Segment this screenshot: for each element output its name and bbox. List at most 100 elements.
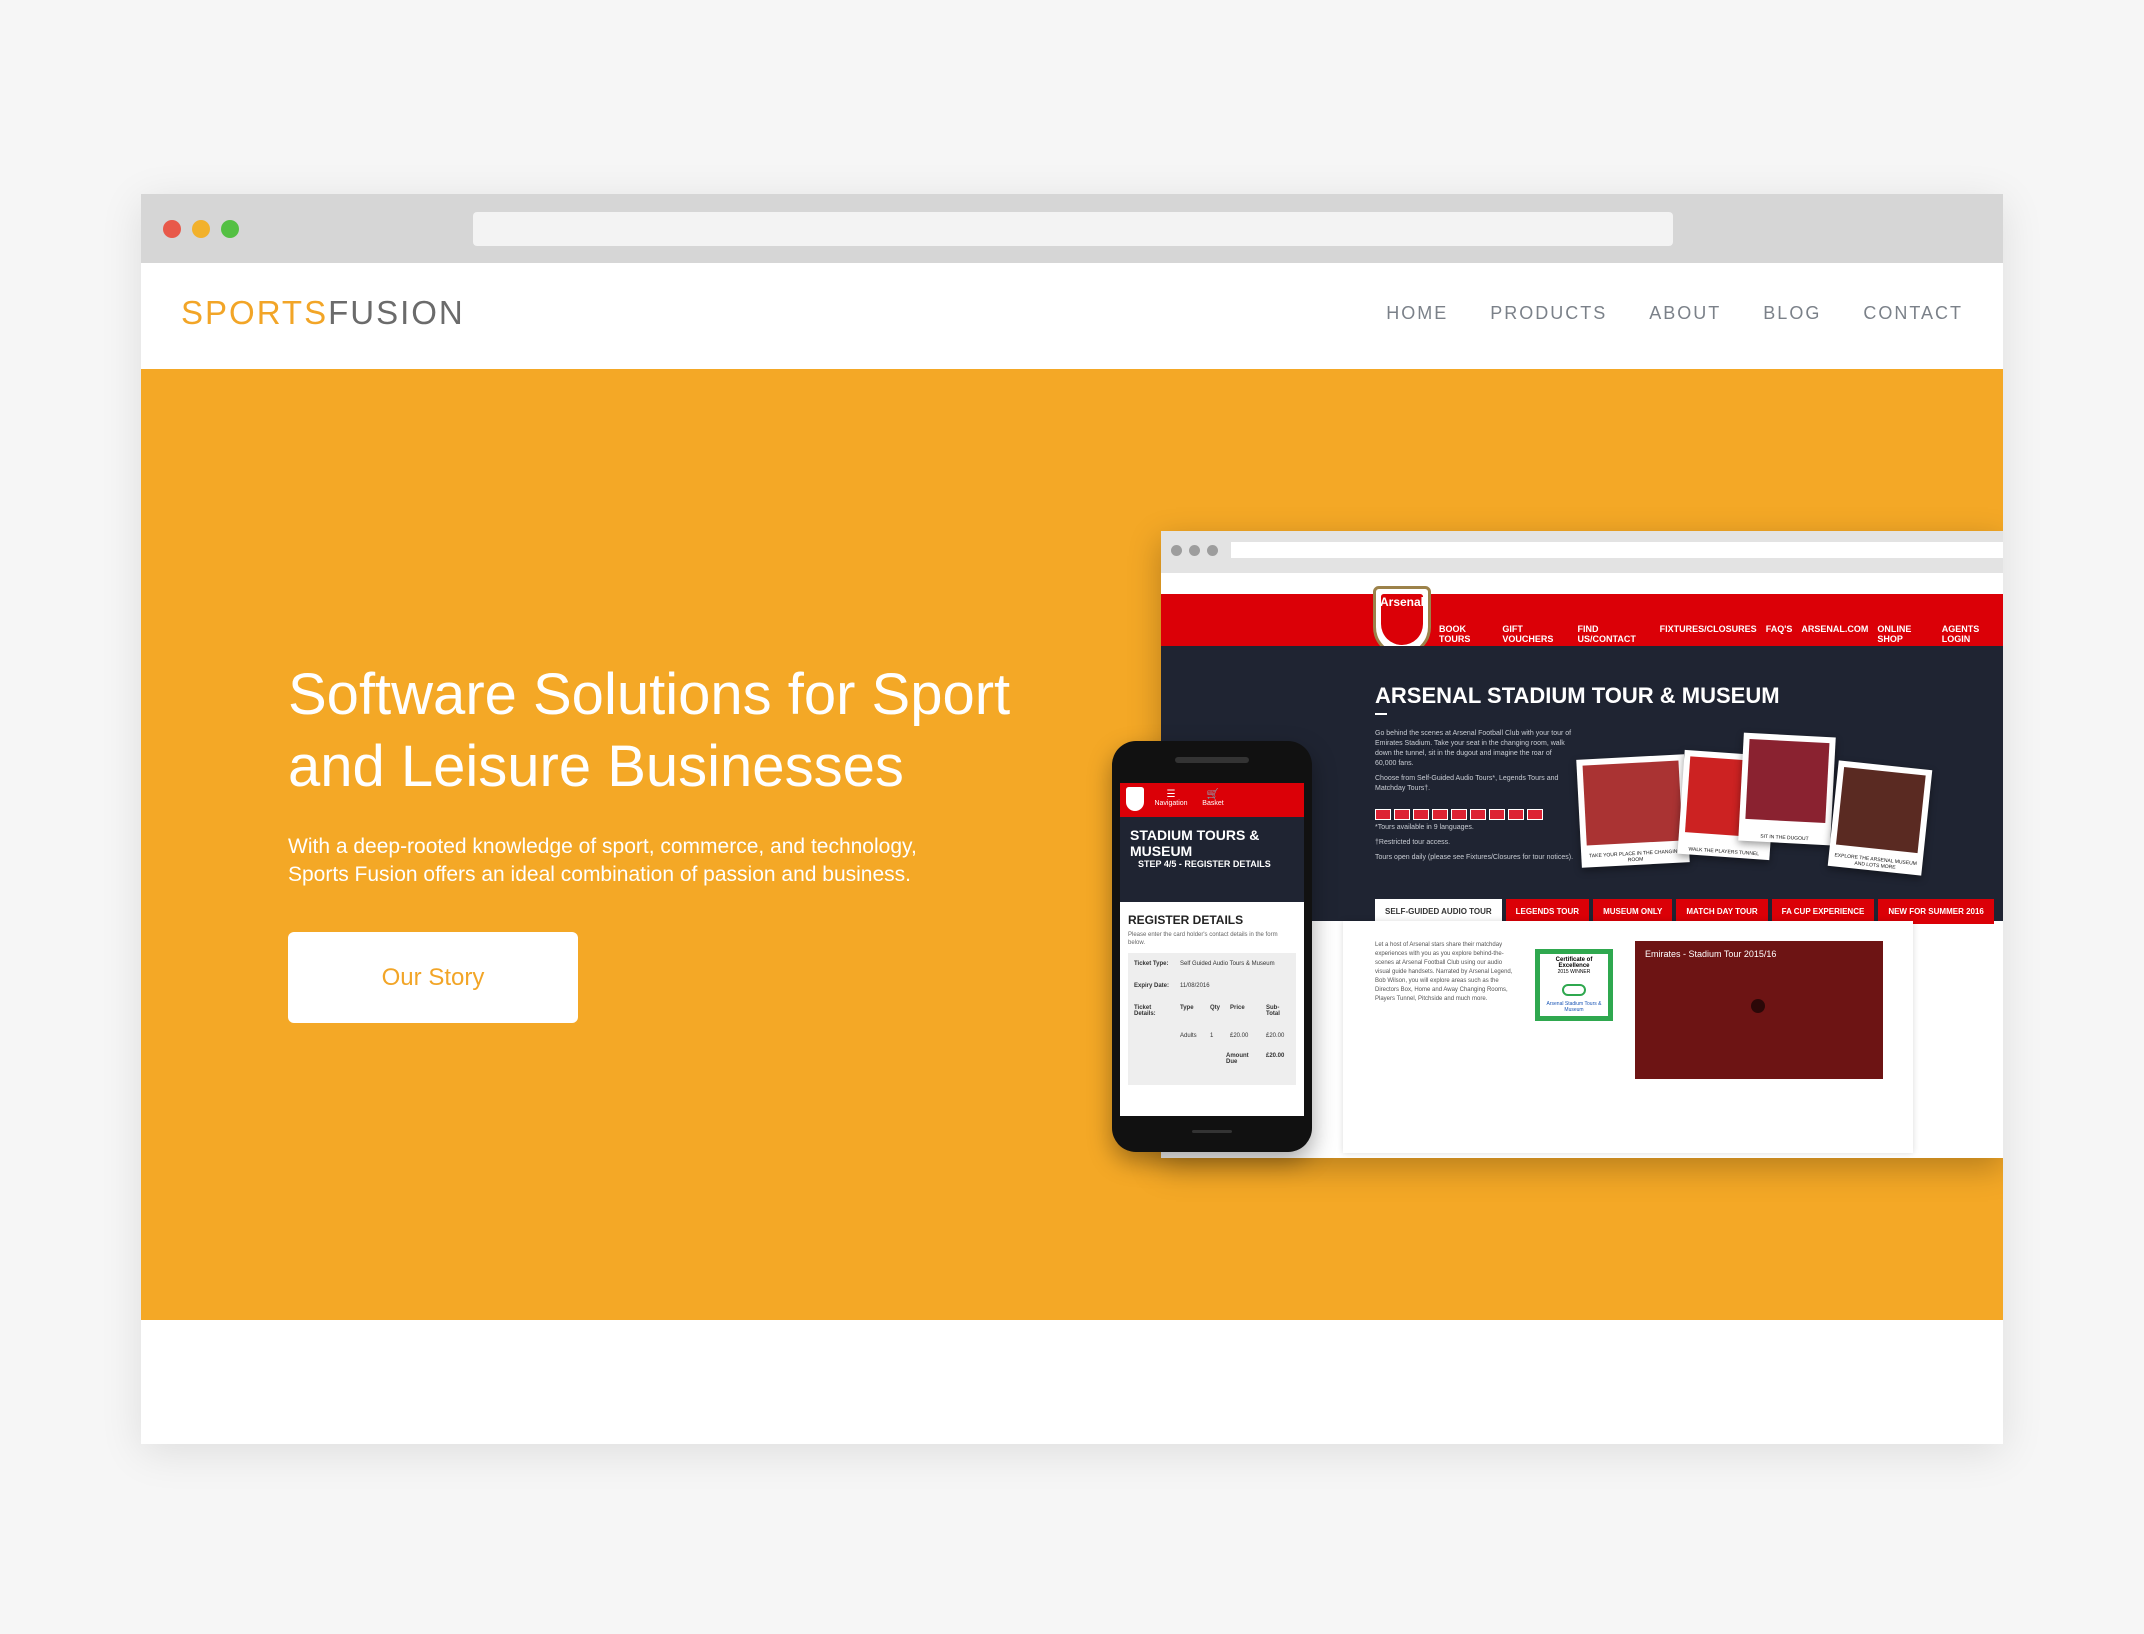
row-qty: 1 bbox=[1210, 1033, 1214, 1039]
address-bar[interactable] bbox=[473, 212, 1673, 246]
mock-nav-item: AGENTS LOGIN bbox=[1941, 624, 1980, 644]
hero-subtitle-line-2: Sports Fusion offers an ideal combinatio… bbox=[288, 863, 911, 886]
flag-icon bbox=[1508, 809, 1524, 820]
owl-icon bbox=[1562, 984, 1586, 996]
flag-icon bbox=[1527, 809, 1543, 820]
mock-restricted: †Restricted tour access. bbox=[1375, 839, 1451, 846]
browser-chrome bbox=[141, 194, 2003, 263]
phone-help-text: Please enter the card holder's contact d… bbox=[1128, 932, 1278, 946]
flag-icon bbox=[1432, 809, 1448, 820]
video-title: Emirates - Stadium Tour 2015/16 bbox=[1645, 949, 1777, 959]
close-dot-icon[interactable] bbox=[163, 220, 181, 238]
play-icon bbox=[1751, 999, 1765, 1013]
mock-intro: Go behind the scenes at Arsenal Football… bbox=[1375, 730, 1572, 767]
mock-nav-item: BOOK TOURS bbox=[1439, 624, 1471, 644]
main-nav: HOME PRODUCTS ABOUT BLOG CONTACT bbox=[1386, 303, 1963, 324]
phone-mockup: ☰ Navigation 🛒 Basket STADIUM TOURS & MU… bbox=[1112, 741, 1312, 1152]
row-price: £20.00 bbox=[1230, 1033, 1249, 1039]
logo-fusion: FUSION bbox=[328, 294, 465, 331]
row-type: Adults bbox=[1180, 1033, 1197, 1039]
col-type: Type bbox=[1180, 1005, 1194, 1011]
nav-products[interactable]: PRODUCTS bbox=[1490, 303, 1607, 324]
flag-icon bbox=[1470, 809, 1486, 820]
hero-section: Software Solutions for Sport and Leisure… bbox=[141, 369, 2003, 1320]
phone-speaker bbox=[1175, 757, 1249, 763]
phone-screen: ☰ Navigation 🛒 Basket STADIUM TOURS & MU… bbox=[1120, 783, 1304, 1116]
phone-nav-button: ☰ Navigation bbox=[1154, 789, 1188, 807]
nav-blog[interactable]: BLOG bbox=[1763, 303, 1821, 324]
mock-nav-item: ONLINE SHOP bbox=[1877, 624, 1912, 644]
col-price: Price bbox=[1230, 1005, 1245, 1011]
expiry-label: Expiry Date: bbox=[1134, 983, 1170, 989]
photo-dugout: SIT IN THE DUGOUT bbox=[1738, 732, 1836, 846]
mock-dot-icon bbox=[1207, 545, 1218, 556]
site-logo[interactable]: SPORTSFUSION bbox=[181, 293, 465, 333]
hamburger-icon: ☰ bbox=[1166, 789, 1176, 800]
nav-about[interactable]: ABOUT bbox=[1649, 303, 1721, 324]
hero-title-line-1: Software Solutions for Sport bbox=[288, 662, 1011, 727]
flag-icon bbox=[1394, 809, 1410, 820]
mock-nav-item: FAQ'S bbox=[1765, 624, 1793, 634]
flag-icon bbox=[1451, 809, 1467, 820]
mock-nav-item: FIXTURES/CLOSURES bbox=[1659, 624, 1757, 634]
phone-nav-label: Navigation bbox=[1154, 800, 1188, 807]
mock-dot-icon bbox=[1189, 545, 1200, 556]
hero-title-line-2: and Leisure Businesses bbox=[288, 734, 904, 799]
phone-title: STADIUM TOURS & MUSEUM bbox=[1130, 827, 1260, 859]
mock-browser-bar bbox=[1161, 531, 2003, 573]
mock-open: Tours open daily (please see Fixtures/Cl… bbox=[1375, 854, 1574, 861]
flag-icon bbox=[1489, 809, 1505, 820]
phone-basket-label: Basket bbox=[1202, 800, 1224, 807]
ticket-details-label: Ticket Details: bbox=[1134, 1005, 1156, 1017]
mock-intro-text: Go behind the scenes at Arsenal Football… bbox=[1375, 729, 1575, 794]
phone-basket-button: 🛒 Basket bbox=[1196, 789, 1230, 807]
site-header: SPORTSFUSION HOME PRODUCTS ABOUT BLOG CO… bbox=[141, 263, 2003, 369]
cert-link: Arsenal Stadium Tours & Museum bbox=[1546, 1001, 1602, 1013]
mock-address-bar bbox=[1231, 542, 2003, 558]
minimize-dot-icon[interactable] bbox=[192, 220, 210, 238]
phone-ticket-box: Ticket Type: Self Guided Audio Tours & M… bbox=[1128, 953, 1296, 1085]
mock-title: ARSENAL STADIUM TOUR & MUSEUM bbox=[1375, 683, 1780, 708]
flag-icon bbox=[1413, 809, 1429, 820]
mock-title-underline bbox=[1375, 713, 1387, 715]
mock-nav-item: FIND US/CONTACT bbox=[1577, 624, 1636, 644]
mock-choose: Choose from Self-Guided Audio Tours*, Le… bbox=[1375, 775, 1559, 792]
mock-nav-item: ARSENAL.COM bbox=[1801, 624, 1869, 634]
mock-body-text: Let a host of Arsenal stars share their … bbox=[1375, 942, 1513, 1002]
tripadvisor-certificate: Certificate of Excellence 2015 WINNER Ar… bbox=[1535, 949, 1613, 1021]
hero-subtitle: With a deep-rooted knowledge of sport, c… bbox=[288, 833, 1008, 889]
amount-due-value: £20.00 bbox=[1266, 1053, 1285, 1059]
cert-year: 2015 WINNER bbox=[1557, 969, 1591, 975]
phone-crest-icon bbox=[1126, 787, 1144, 811]
maximize-dot-icon[interactable] bbox=[221, 220, 239, 238]
crest-text: Arsenal bbox=[1379, 595, 1425, 609]
mock-tour-notes: *Tours available in 9 languages. †Restri… bbox=[1375, 823, 1575, 863]
flag-icon bbox=[1375, 809, 1391, 820]
expiry-value: 11/08/2016 bbox=[1180, 983, 1210, 989]
nav-home[interactable]: HOME bbox=[1386, 303, 1448, 324]
our-story-button[interactable]: Our Story bbox=[288, 932, 578, 1023]
mock-nav-item: GIFT VOUCHERS bbox=[1502, 624, 1554, 644]
cart-icon: 🛒 bbox=[1206, 789, 1220, 800]
nav-contact[interactable]: CONTACT bbox=[1863, 303, 1963, 324]
mock-languages: *Tours available in 9 languages. bbox=[1375, 824, 1474, 831]
phone-home-bar bbox=[1192, 1130, 1232, 1133]
mock-nav: BOOK TOURS GIFT VOUCHERS FIND US/CONTACT… bbox=[1439, 624, 2003, 644]
hero-title: Software Solutions for Sport and Leisure… bbox=[288, 659, 1108, 803]
cert-title: Certificate of Excellence bbox=[1555, 957, 1593, 969]
browser-window: SPORTSFUSION HOME PRODUCTS ABOUT BLOG CO… bbox=[141, 194, 2003, 1444]
phone-section-title: REGISTER DETAILS bbox=[1128, 913, 1244, 927]
language-flags bbox=[1375, 809, 1543, 820]
amount-due-label: Amount Due bbox=[1226, 1053, 1249, 1065]
ticket-type-label: Ticket Type: bbox=[1134, 961, 1169, 967]
col-subtotal: Sub-Total bbox=[1266, 1005, 1280, 1017]
photo-caption: TAKE YOUR PLACE IN THE CHANGING ROOM bbox=[1589, 848, 1682, 864]
hero-subtitle-line-1: With a deep-rooted knowledge of sport, c… bbox=[288, 835, 917, 858]
mock-dot-icon bbox=[1171, 545, 1182, 556]
mock-content-panel: Let a host of Arsenal stars share their … bbox=[1343, 921, 1913, 1153]
col-qty: Qty bbox=[1210, 1005, 1221, 1011]
logo-sports: SPORTS bbox=[181, 294, 329, 331]
row-subtotal: £20.00 bbox=[1266, 1033, 1285, 1039]
photo-changing-room: TAKE YOUR PLACE IN THE CHANGING ROOM bbox=[1576, 754, 1690, 868]
ticket-type-value: Self Guided Audio Tours & Museum bbox=[1180, 961, 1275, 967]
